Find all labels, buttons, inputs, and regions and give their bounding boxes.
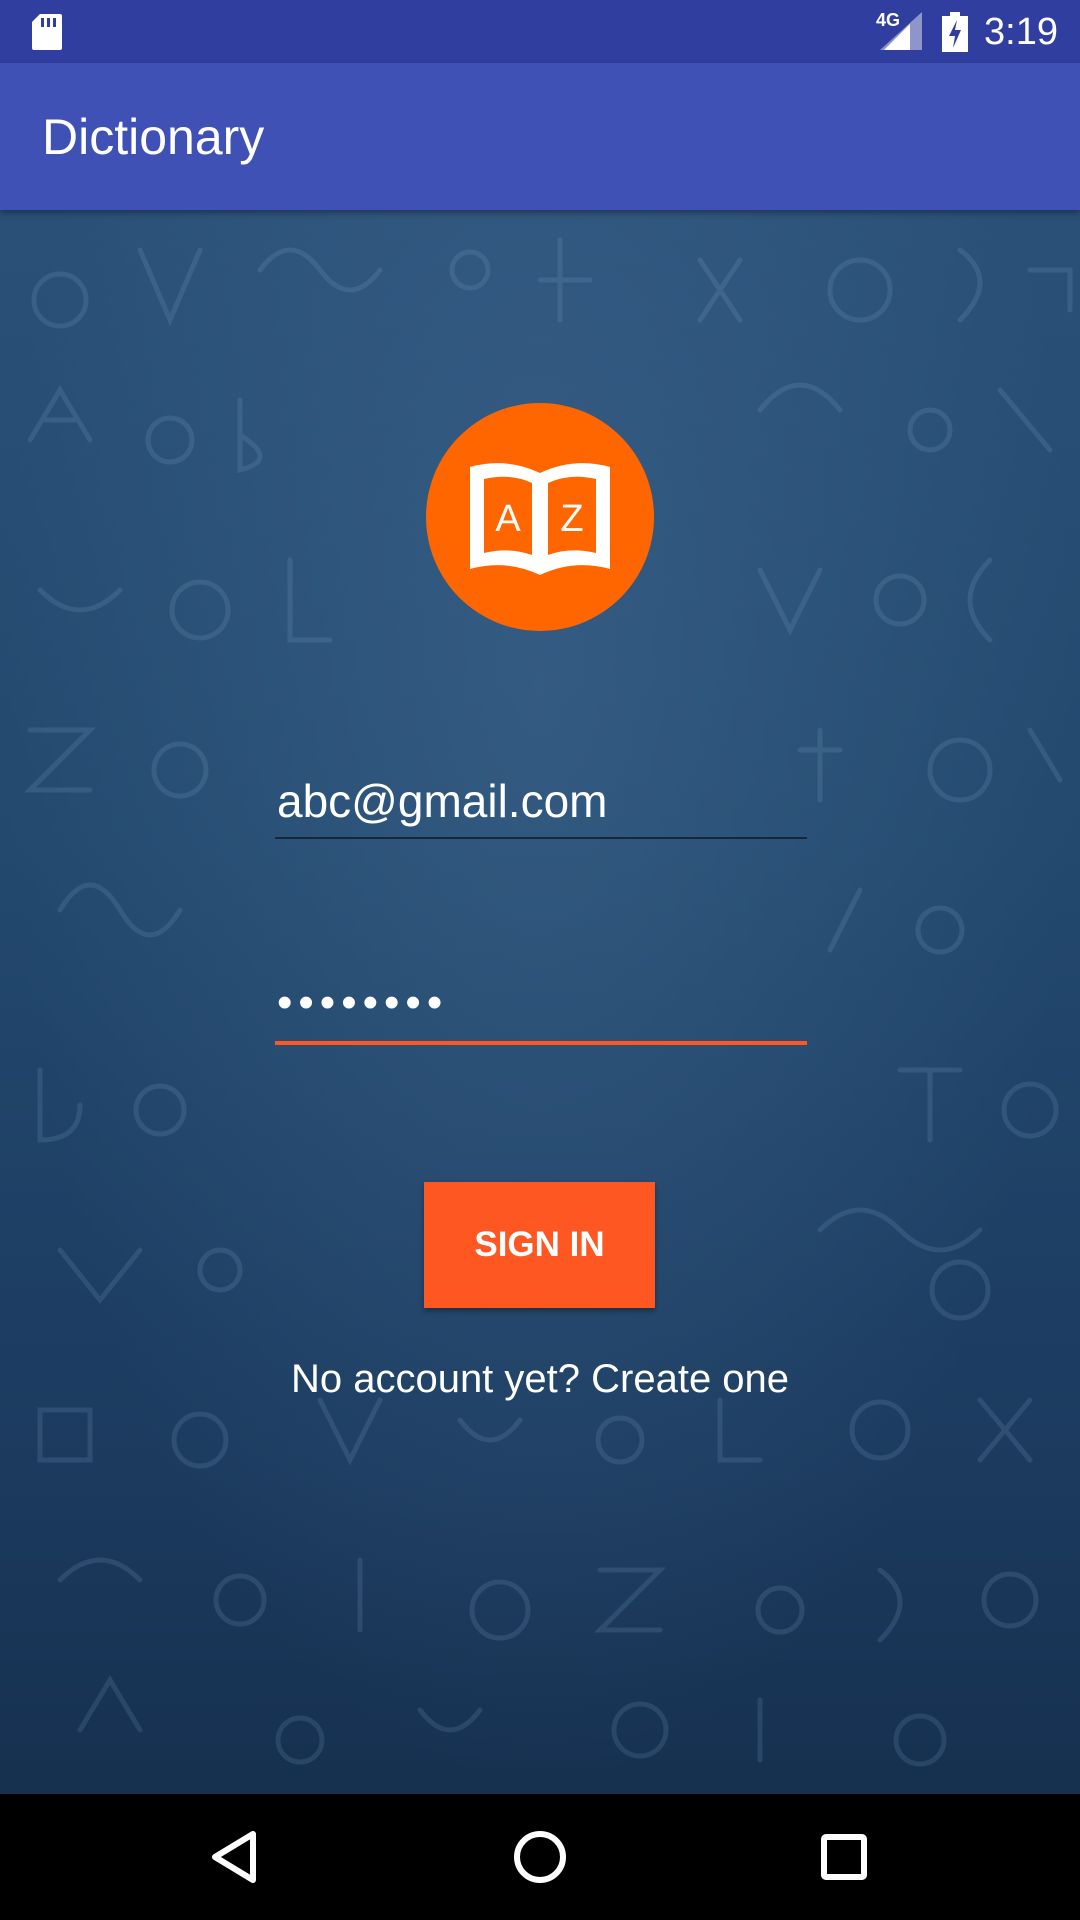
navigation-bar [0, 1794, 1080, 1920]
sign-in-button[interactable]: SIGN IN [424, 1182, 655, 1308]
logo-letter-z: Z [560, 498, 583, 540]
email-field[interactable]: abc@gmail.com [275, 765, 807, 839]
back-icon [212, 1831, 256, 1883]
create-account-link[interactable]: No account yet? Create one [0, 1354, 1080, 1404]
app-bar: Dictionary [0, 63, 1080, 210]
app-title: Dictionary [42, 109, 265, 165]
recents-button[interactable] [774, 1794, 914, 1920]
dictionary-book-icon: A Z [470, 463, 610, 575]
battery-charging-icon [942, 12, 968, 52]
home-button[interactable] [470, 1794, 610, 1920]
login-screen: A Z abc@gmail.com •••••••• SIGN IN No ac… [0, 210, 1080, 1794]
password-field[interactable]: •••••••• [275, 965, 807, 1045]
clock: 3:19 [984, 11, 1058, 53]
home-icon [514, 1831, 566, 1883]
recents-icon [821, 1834, 867, 1880]
dictionary-logo: A Z [426, 403, 654, 631]
back-button[interactable] [166, 1794, 306, 1920]
status-bar: 4G 3:19 [0, 0, 1080, 63]
signal-icon [880, 12, 922, 50]
logo-letter-a: A [495, 498, 521, 540]
sd-card-icon [32, 14, 62, 50]
